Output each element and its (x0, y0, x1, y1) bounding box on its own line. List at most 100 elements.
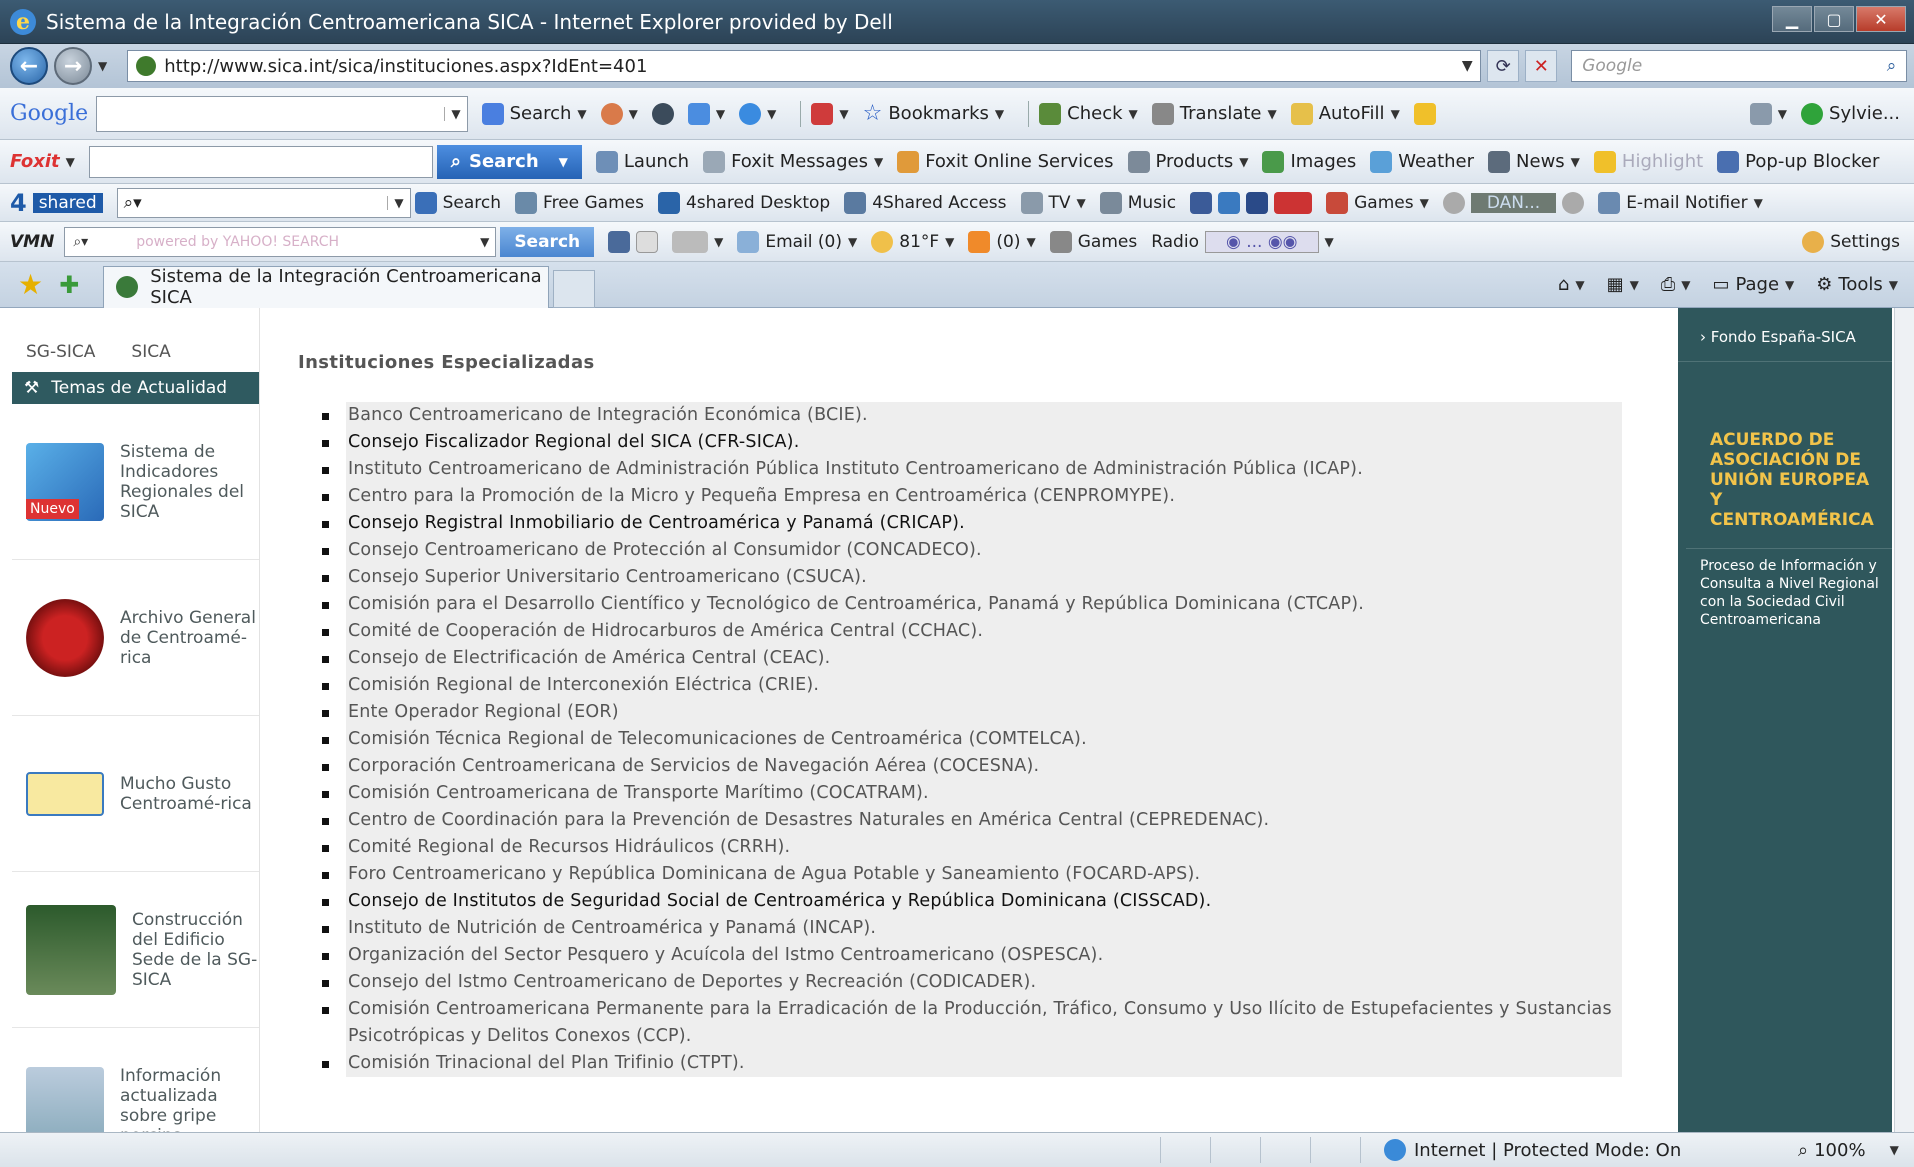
page-menu[interactable]: ▭ Page ▼ (1712, 274, 1794, 295)
tab-sica[interactable]: Sistema de la Integración Centroamerican… (103, 265, 550, 308)
4shared-search-button[interactable]: Search (414, 191, 501, 214)
google-account-button[interactable]: Sylvie... (1801, 102, 1900, 125)
play-icon[interactable] (1442, 191, 1465, 214)
sica-link[interactable]: SICA (131, 342, 170, 362)
foxit-messages-button[interactable]: Foxit Messages ▼ (703, 150, 883, 173)
news-button[interactable]: News ▼ (1488, 150, 1580, 173)
twitter-icon[interactable] (1218, 191, 1241, 214)
free-games-button[interactable]: Free Games (515, 191, 644, 214)
institution-link[interactable]: Corporación Centroamericana de Servicios… (346, 753, 1622, 780)
zoom-control[interactable]: ⌕ 100% ▼ (1798, 1140, 1899, 1161)
volume-icon[interactable] (1562, 191, 1585, 214)
foxit-online-button[interactable]: Foxit Online Services (897, 150, 1114, 173)
vmn-games-button[interactable]: Games (1049, 230, 1137, 253)
sidebar-item-archivo[interactable]: Archivo General de Centroamé-rica (12, 560, 259, 716)
search-box[interactable]: Google ⌕ (1571, 50, 1908, 82)
fondo-espana-link[interactable]: › Fondo España-SICA (1678, 308, 1892, 362)
sidebar-item-construccion[interactable]: Construcción del Edificio Sede de la SG-… (12, 872, 259, 1028)
bookmarks-button[interactable]: ☆ Bookmarks ▼ (863, 101, 1005, 126)
institution-item[interactable]: Ente Operador Regional (EOR) (320, 699, 1622, 726)
tv-button[interactable]: TV ▼ (1020, 191, 1086, 214)
images-button[interactable]: Images (1262, 150, 1356, 173)
google-search-input[interactable]: ▼ (96, 95, 468, 132)
institution-item[interactable]: Comité de Cooperación de Hidrocarburos d… (320, 618, 1622, 645)
4shared-logo[interactable]: 4 shared (10, 189, 103, 217)
popup-blocked-button[interactable]: ▼ (811, 102, 849, 125)
settings-button[interactable]: Settings (1802, 230, 1900, 253)
institution-link[interactable]: Comisión Trinacional del Plan Trifinio (… (346, 1050, 1622, 1077)
institution-link[interactable]: Organización del Sector Pesquero y Acuíc… (346, 942, 1622, 969)
autofill-button[interactable]: AutoFill ▼ (1290, 102, 1400, 125)
youtube-icon[interactable] (1274, 191, 1313, 214)
translate-button[interactable]: Translate ▼ (1151, 102, 1277, 125)
institution-link[interactable]: Consejo del Istmo Centroamericano de Dep… (346, 969, 1622, 996)
shield-button[interactable] (608, 230, 659, 253)
address-dropdown-icon[interactable]: ▼ (1454, 58, 1480, 74)
institution-item[interactable]: Consejo Registral Inmobiliario de Centro… (320, 510, 1622, 537)
institution-link[interactable]: Foro Centroamericano y República Dominic… (346, 861, 1622, 888)
institution-link[interactable]: Centro de Coordinación para la Prevenció… (346, 807, 1622, 834)
institution-link[interactable]: Comisión para el Desarrollo Científico y… (346, 591, 1622, 618)
institution-link[interactable]: Comisión Técnica Regional de Telecomunic… (346, 726, 1622, 753)
foxit-logo[interactable]: Foxit ▼ (10, 151, 75, 172)
institution-item[interactable]: Centro de Coordinación para la Prevenció… (320, 807, 1622, 834)
institution-item[interactable]: Consejo Centroamericano de Protección al… (320, 537, 1622, 564)
institution-item[interactable]: Instituto Centroamericano de Administrac… (320, 456, 1622, 483)
institution-link[interactable]: Consejo Registral Inmobiliario de Centro… (346, 510, 1622, 537)
institution-link[interactable]: Consejo Superior Universitario Centroame… (346, 564, 1622, 591)
institution-link[interactable]: Consejo de Institutos de Seguridad Socia… (346, 888, 1622, 915)
google-search-button[interactable]: Search ▼ (481, 102, 587, 125)
address-field[interactable]: http://www.sica.int/sica/instituciones.a… (127, 50, 1482, 82)
foxit-search-button[interactable]: ⌕ Search ▼ (436, 144, 582, 179)
highlighter-button[interactable] (1413, 102, 1436, 125)
institution-item[interactable]: Consejo de Institutos de Seguridad Socia… (320, 888, 1622, 915)
institution-link[interactable]: Comité Regional de Recursos Hidráulicos … (346, 834, 1622, 861)
institution-item[interactable]: Comité Regional de Recursos Hidráulicos … (320, 834, 1622, 861)
social-icons[interactable] (1190, 191, 1313, 214)
institution-item[interactable]: Consejo de Electrificación de América Ce… (320, 645, 1622, 672)
institution-item[interactable]: Instituto de Nutrición de Centroamérica … (320, 915, 1622, 942)
institution-item[interactable]: Consejo Fiscalizador Regional del SICA (… (320, 429, 1622, 456)
institution-item[interactable]: Comisión Trinacional del Plan Trifinio (… (320, 1050, 1622, 1077)
institution-item[interactable]: Foro Centroamericano y República Dominic… (320, 861, 1622, 888)
search-icon[interactable]: ⌕ (1887, 56, 1897, 76)
tools-menu[interactable]: ⚙ Tools ▼ (1816, 274, 1898, 295)
institution-link[interactable]: Consejo Centroamericano de Protección al… (346, 537, 1622, 564)
institution-link[interactable]: Banco Centroamericano de Integración Eco… (346, 402, 1622, 429)
facebook-icon[interactable] (1190, 191, 1213, 214)
products-button[interactable]: Products ▼ (1127, 150, 1248, 173)
google-settings-button[interactable]: ▼ (1749, 102, 1787, 125)
institution-link[interactable]: Comisión Centroamericana de Transporte M… (346, 780, 1622, 807)
institution-link[interactable]: Instituto de Nutrición de Centroamérica … (346, 915, 1622, 942)
institution-item[interactable]: Comisión Centroamericana de Transporte M… (320, 780, 1622, 807)
sidebar-item-mucho-gusto[interactable]: Mucho Gusto Centroamé-rica (12, 716, 259, 872)
institution-item[interactable]: Comisión Regional de Interconexión Eléct… (320, 672, 1622, 699)
institution-link[interactable]: Instituto Centroamericano de Administrac… (346, 456, 1622, 483)
close-button[interactable]: ✕ (1856, 6, 1906, 32)
favorites-star-icon[interactable]: ★ (18, 268, 43, 301)
email-notifier-button[interactable]: E-mail Notifier ▼ (1598, 191, 1763, 214)
home-button[interactable]: ⌂ ▼ (1558, 274, 1585, 295)
tool-button[interactable]: ▼ (600, 102, 638, 125)
yahoo-search-input[interactable]: ⌕▾ powered by YAHOO! SEARCH ▼ (64, 226, 497, 257)
yahoo-search-button[interactable]: Search (500, 226, 595, 257)
institution-item[interactable]: Comisión Centroamericana Permanente para… (320, 996, 1622, 1050)
radio-button[interactable]: Radio ◉ ... ◉◉ ▼ (1151, 230, 1334, 253)
forward-button[interactable]: → (54, 47, 92, 85)
plus-button[interactable]: ▼ (687, 102, 725, 125)
4shared-access-button[interactable]: 4Shared Access (844, 191, 1007, 214)
popup-blocker-button[interactable]: Pop-up Blocker (1717, 150, 1879, 173)
institution-item[interactable]: Organización del Sector Pesquero y Acuíc… (320, 942, 1622, 969)
institution-link[interactable]: Consejo de Electrificación de América Ce… (346, 645, 1622, 672)
institution-link[interactable]: Comisión Regional de Interconexión Eléct… (346, 672, 1622, 699)
institution-item[interactable]: Consejo Superior Universitario Centroame… (320, 564, 1622, 591)
print-button[interactable]: ⎙ ▼ (1661, 274, 1691, 295)
music-button[interactable]: Music (1099, 191, 1176, 214)
check-button[interactable]: Check ▼ (1039, 102, 1138, 125)
launch-button[interactable]: Launch (595, 150, 689, 173)
sidebar-item-indicadores[interactable]: Nuevo Sistema de Indicadores Regionales … (12, 404, 259, 560)
rss-button[interactable]: (0) ▼ (968, 230, 1036, 253)
institution-link[interactable]: Comité de Cooperación de Hidrocarburos d… (346, 618, 1622, 645)
recent-pages-dropdown[interactable]: ▼ (98, 59, 107, 73)
refresh-button[interactable]: ⟳ (1487, 50, 1520, 82)
